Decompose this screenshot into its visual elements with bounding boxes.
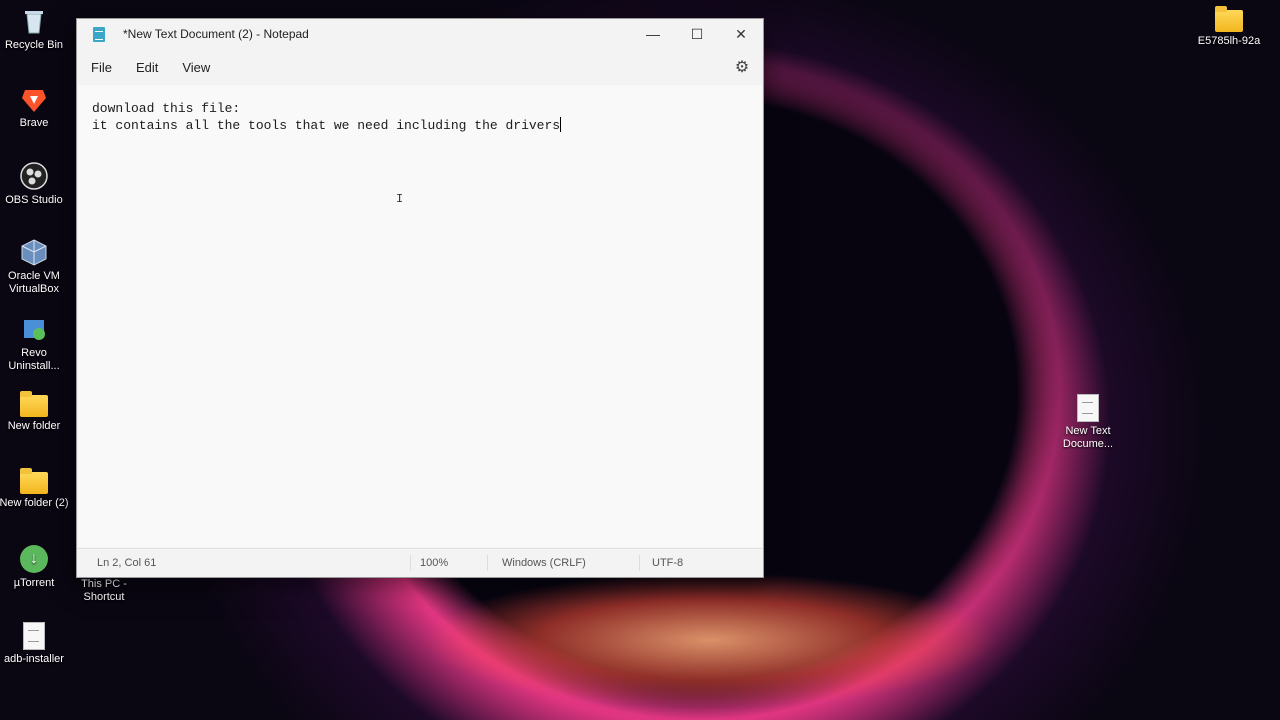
close-icon: ✕ [735,25,747,42]
close-button[interactable]: ✕ [719,19,763,49]
desktop-icon-e5785lh[interactable]: E5785lh-92a [1192,6,1266,48]
desktop-icon-revo[interactable]: Revo Uninstall... [0,314,71,373]
text-file-icon [1077,394,1099,422]
folder-icon [20,468,48,494]
notepad-app-icon [93,26,105,42]
desktop-icon-label: OBS Studio [5,194,63,206]
maximize-button[interactable]: ☐ [675,19,719,49]
minimize-icon: — [646,26,660,42]
notepad-window: *New Text Document (2) - Notepad — ☐ ✕ F… [76,18,764,578]
desktop-icon-label: Recycle Bin [4,39,64,51]
menu-view[interactable]: View [182,60,210,75]
desktop-icon-recycle-bin[interactable]: Recycle Bin [0,6,71,52]
maximize-icon: ☐ [690,25,704,42]
desktop-icon-label: Revo Uninstall... [8,347,60,372]
text-file-icon [23,622,45,650]
menu-bar: File Edit View ⚙ [77,49,763,85]
editor-line-text: download this file: [92,101,241,116]
editor-line-2: it contains all the tools that we need i… [78,117,762,134]
desktop-icon-label: New Text Docume... [1062,425,1114,450]
desktop-icon-adb-installer[interactable]: adb-installer [0,620,71,666]
revo-uninstaller-icon [24,320,45,340]
folder-icon [1215,6,1243,32]
desktop-icon-label: Brave [19,117,49,129]
ibeam-cursor-icon: I [396,192,404,206]
obs-icon [20,162,48,190]
title-bar[interactable]: *New Text Document (2) - Notepad — ☐ ✕ [77,19,763,49]
utorrent-icon: ↓ [20,545,48,573]
menu-file[interactable]: File [91,60,112,75]
status-cursor-position: Ln 2, Col 61 [97,557,157,569]
editor-line-text: it contains all the tools that we need i… [92,118,561,133]
recycle-bin-icon [25,11,43,34]
window-title: *New Text Document (2) - Notepad [123,27,309,41]
desktop-icon-label: New folder [7,420,61,432]
editor-line-1: download this file: [78,100,762,117]
desktop-icon-obs[interactable]: OBS Studio [0,161,71,207]
desktop-icon-label: Oracle VM VirtualBox [8,270,60,295]
desktop-icon-label: µTorrent [13,577,55,589]
text-caret [560,117,562,132]
minimize-button[interactable]: — [631,19,675,49]
desktop-icon-brave[interactable]: Brave [0,84,71,130]
status-zoom: 100% [420,557,449,569]
desktop-icon-label: E5785lh-92a [1197,35,1261,47]
brave-icon [22,90,46,112]
desktop-icon-label: adb-installer [4,653,64,665]
desktop-icon-label: New folder (2) [0,497,69,509]
gear-icon: ⚙ [734,59,750,76]
status-bar: Ln 2, Col 61 100% Windows (CRLF) UTF-8 [77,548,763,577]
settings-button[interactable]: ⚙ [733,58,751,76]
folder-icon [20,391,48,417]
status-encoding: UTF-8 [652,557,684,569]
text-editor-area[interactable]: download this file: it contains all the … [78,85,762,547]
desktop-icon-virtualbox[interactable]: Oracle VM VirtualBox [0,237,71,296]
desktop-icon-this-pc-shortcut[interactable]: This PC - Shortcut [67,578,141,604]
desktop-icon-new-folder[interactable]: New folder [0,391,71,433]
status-line-ending: Windows (CRLF) [502,557,586,569]
virtualbox-icon [21,239,47,266]
menu-edit[interactable]: Edit [136,60,158,75]
desktop-icon-new-text-document[interactable]: New Text Docume... [1051,392,1125,451]
desktop-icon-utorrent[interactable]: ↓ µTorrent [0,544,71,590]
desktop-icon-label: This PC - Shortcut [81,578,127,603]
desktop-icon-new-folder-2[interactable]: New folder (2) [0,468,71,510]
